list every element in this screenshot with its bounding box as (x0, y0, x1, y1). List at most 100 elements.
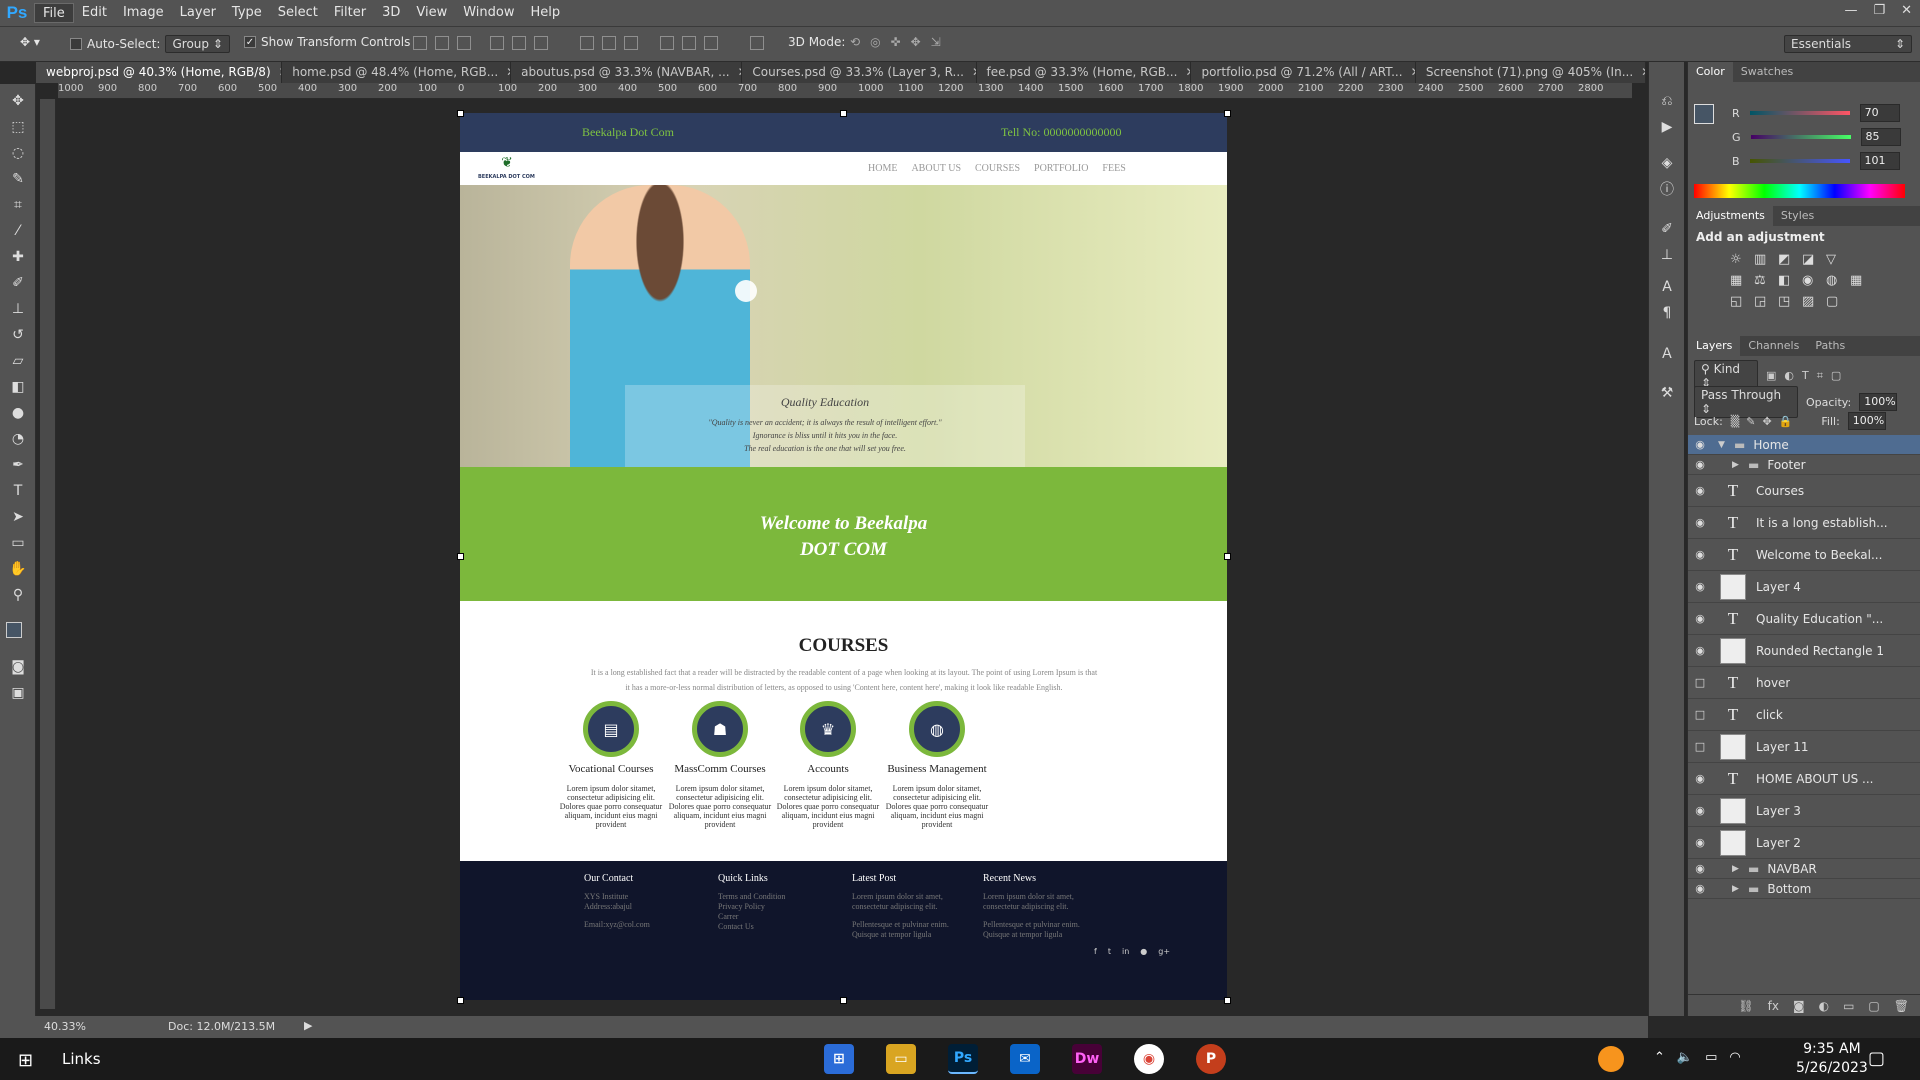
workspace-dropdown[interactable]: Essentials ⇕ (1784, 35, 1912, 53)
layer-row[interactable]: ◉ T HOME ABOUT US ... (1688, 763, 1920, 795)
transform-handle[interactable] (1224, 553, 1231, 560)
clone-source-icon[interactable]: ⊥ (1656, 244, 1678, 266)
nav-link[interactable]: HOME (868, 163, 897, 174)
type-tool-icon[interactable]: T (7, 480, 29, 502)
visibility-eye-icon[interactable]: ◉ (1688, 516, 1712, 529)
delete-layer-icon[interactable]: 🗑 (1894, 999, 1909, 1013)
layer-row[interactable]: ◉ ▼ ▬ Home (1688, 435, 1920, 455)
fx-icon[interactable]: fx (1768, 999, 1779, 1013)
menu-3d[interactable]: 3D (374, 3, 408, 23)
3d-rotate-icon[interactable]: ⟲ (850, 35, 860, 49)
chevron-down-icon[interactable]: ▼ (1718, 440, 1732, 450)
actions-panel-icon[interactable]: ▶ (1656, 116, 1678, 138)
tab-adjustments[interactable]: Adjustments (1688, 206, 1773, 226)
chevron-right-icon[interactable]: ▶ (1732, 864, 1746, 874)
visibility-eye-icon[interactable]: ◉ (1688, 804, 1712, 817)
layer-row[interactable]: ◉ T It is a long establish... (1688, 507, 1920, 539)
history-panel-icon[interactable]: ⎌ (1656, 90, 1678, 112)
action-center-icon[interactable]: ▢ (1868, 1048, 1885, 1069)
blue-value[interactable]: 101 (1859, 152, 1900, 170)
path-select-tool-icon[interactable]: ➤ (7, 506, 29, 528)
crop-tool-icon[interactable]: ⌗ (7, 194, 29, 216)
store-icon[interactable]: ⊞ (824, 1044, 854, 1074)
visibility-eye-icon[interactable]: ◉ (1688, 862, 1712, 875)
photo-filter-icon[interactable]: ◉ (1802, 273, 1822, 288)
fill-input[interactable]: 100% (1847, 412, 1886, 430)
invert-icon[interactable]: ◱ (1730, 294, 1750, 309)
history-brush-icon[interactable]: ↺ (7, 324, 29, 346)
clock[interactable]: 9:35 AM 5/26/2023 (1796, 1040, 1868, 1078)
visibility-eye-icon[interactable]: ◉ (1688, 836, 1712, 849)
social-icon[interactable]: in (1122, 947, 1129, 956)
info-panel-icon[interactable]: ⓘ (1656, 178, 1678, 200)
visibility-eye-icon[interactable]: ◉ (1688, 580, 1712, 593)
3d-pan-icon[interactable]: ✜ (891, 35, 901, 49)
brush-panel-icon[interactable]: ✐ (1656, 218, 1678, 240)
doc-tab[interactable]: aboutus.psd @ 33.3% (NAVBAR, ...✕ (511, 62, 743, 83)
photoshop-taskbar-icon[interactable]: Ps (948, 1044, 978, 1074)
add-mask-icon[interactable]: ◙ (1793, 999, 1805, 1013)
red-value[interactable]: 70 (1859, 104, 1900, 122)
menu-help[interactable]: Help (523, 3, 569, 23)
tab-color[interactable]: Color (1688, 62, 1733, 82)
restore-icon[interactable]: ❐ (1873, 3, 1885, 18)
align-bottom-icon[interactable] (457, 36, 471, 50)
red-slider[interactable]: R 70 (1732, 104, 1900, 122)
doc-tab[interactable]: portfolio.psd @ 71.2% (All / ART...✕ (1191, 62, 1416, 83)
nav-link[interactable]: FEES (1102, 163, 1125, 174)
transform-handle[interactable] (840, 997, 847, 1004)
color-lookup-icon[interactable]: ▦ (1850, 273, 1870, 288)
paragraph-panel-icon[interactable]: ¶ (1656, 302, 1678, 324)
visibility-eye-icon[interactable]: ◉ (1688, 644, 1712, 657)
menu-filter[interactable]: Filter (326, 3, 374, 23)
tab-swatches[interactable]: Swatches (1733, 62, 1802, 82)
shape-tool-icon[interactable]: ▭ (7, 532, 29, 554)
3d-roll-icon[interactable]: ◎ (870, 35, 880, 49)
footer-link[interactable]: Terms and Condition (718, 892, 828, 902)
auto-select-dropdown[interactable]: Group ⇕ (165, 35, 230, 53)
align-right-icon[interactable] (534, 36, 548, 50)
character-panel-icon[interactable]: A (1656, 276, 1678, 298)
pen-tool-icon[interactable]: ✒ (7, 454, 29, 476)
tab-layers[interactable]: Layers (1688, 336, 1741, 356)
bw-icon[interactable]: ◧ (1778, 273, 1798, 288)
chevron-up-icon[interactable]: ⌃ (1654, 1050, 1665, 1065)
transform-handle[interactable] (840, 110, 847, 117)
adjustment-layer-icon[interactable]: ◐ (1819, 999, 1829, 1013)
minimize-icon[interactable]: — (1844, 3, 1857, 18)
layer-row[interactable]: ◉ ▶ ▬ Bottom (1688, 879, 1920, 899)
visibility-eye-icon[interactable]: ◉ (1688, 438, 1712, 451)
tool-presets-icon[interactable]: ⚒ (1656, 382, 1678, 404)
footer-link[interactable]: Contact Us (718, 922, 828, 932)
menu-edit[interactable]: Edit (74, 3, 115, 23)
posterize-icon[interactable]: ◲ (1754, 294, 1774, 309)
distribute-bottom-icon[interactable] (624, 36, 638, 50)
zoom-tool-icon[interactable]: ⚲ (7, 584, 29, 606)
new-group-icon[interactable]: ▭ (1843, 999, 1854, 1013)
layer-row[interactable]: □ Layer 11 (1688, 731, 1920, 763)
selective-color-icon[interactable]: ▢ (1826, 294, 1846, 309)
menu-view[interactable]: View (408, 3, 455, 23)
menu-type[interactable]: Type (224, 3, 270, 23)
threshold-icon[interactable]: ◳ (1778, 294, 1798, 309)
marquee-tool-icon[interactable]: ⬚ (7, 116, 29, 138)
stamp-tool-icon[interactable]: ⊥ (7, 298, 29, 320)
visibility-eye-icon[interactable]: ◉ (1688, 772, 1712, 785)
footer-link[interactable]: Privacy Policy (718, 902, 828, 912)
visibility-eye-icon[interactable]: ◉ (1688, 458, 1712, 471)
menu-image[interactable]: Image (115, 3, 172, 23)
social-icon[interactable]: f (1094, 947, 1097, 956)
nav-link[interactable]: COURSES (975, 163, 1020, 174)
visibility-eye-icon[interactable]: ◉ (1688, 548, 1712, 561)
gradient-map-icon[interactable]: ▨ (1802, 294, 1822, 309)
green-value[interactable]: 85 (1860, 128, 1901, 146)
document-canvas[interactable]: Beekalpa Dot Com Tell No: 0000000000000 … (460, 113, 1227, 1000)
blur-tool-icon[interactable]: ● (7, 402, 29, 424)
exposure-icon[interactable]: ◪ (1802, 252, 1822, 267)
mail-icon[interactable]: ✉ (1010, 1044, 1040, 1074)
link-layers-icon[interactable]: ⛓ (1738, 999, 1753, 1013)
quick-mask-icon[interactable]: ◙ (7, 656, 29, 678)
align-top-icon[interactable] (413, 36, 427, 50)
social-icon[interactable]: g+ (1158, 947, 1170, 956)
lock-icons[interactable]: ▒✎✥🔒 (1731, 415, 1800, 428)
